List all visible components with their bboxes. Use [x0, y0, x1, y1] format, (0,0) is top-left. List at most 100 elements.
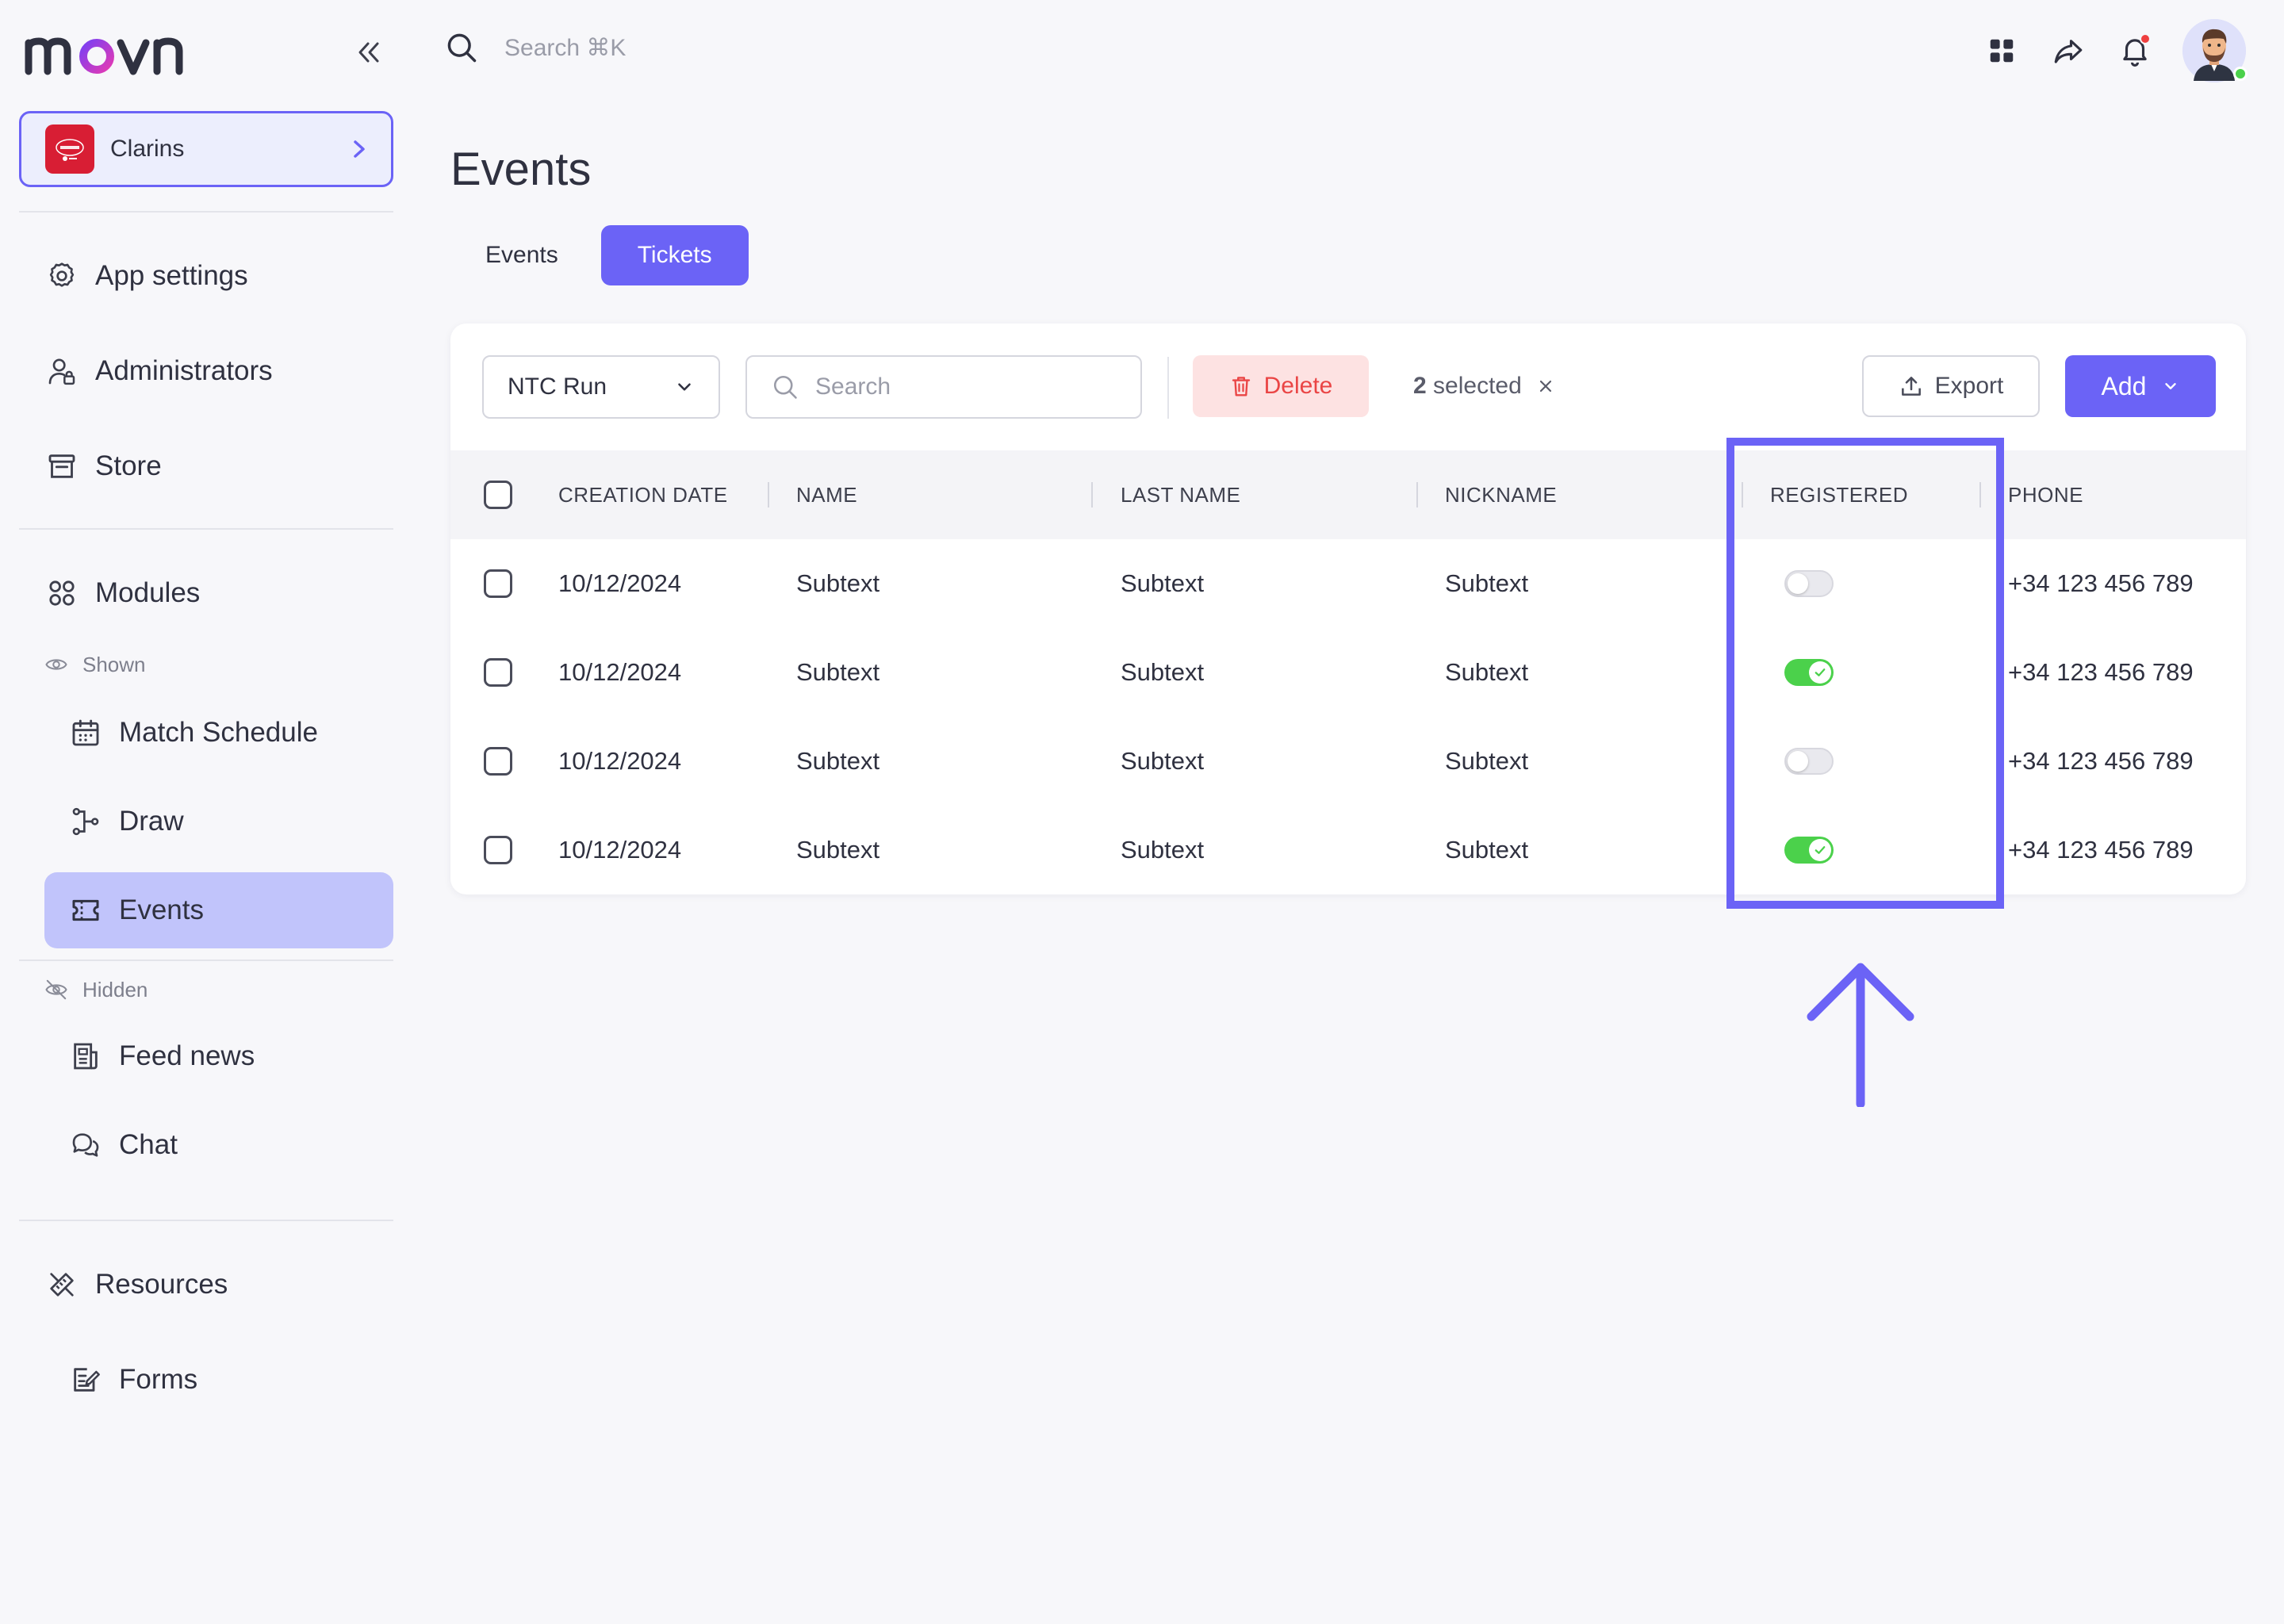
toolbar-divider	[1167, 357, 1169, 419]
sidebar-item-app-settings[interactable]: App settings	[44, 238, 393, 314]
sidebar-item-label: Feed news	[119, 1040, 255, 1071]
newspaper-icon	[68, 1039, 103, 1074]
cell-creation-date: 10/12/2024	[558, 836, 682, 864]
sidebar-item-label: Forms	[119, 1364, 198, 1395]
sidebar-item-chat[interactable]: Chat	[68, 1107, 393, 1183]
delete-label: Delete	[1263, 373, 1333, 399]
notifications-button[interactable]	[2116, 32, 2154, 70]
bracket-icon	[68, 804, 103, 839]
double-chevron-left-icon	[358, 42, 379, 63]
upload-icon	[1901, 377, 1921, 396]
cell-phone: +34 123 456 789	[2008, 658, 2194, 686]
search-icon	[447, 33, 477, 63]
form-icon	[68, 1362, 103, 1397]
event-select[interactable]: NTC Run	[482, 355, 720, 419]
global-search[interactable]: Search ⌘K	[444, 30, 626, 65]
chat-icon	[68, 1128, 103, 1162]
cell-nickname: Subtext	[1445, 836, 1529, 864]
sidebar-item-label: Draw	[119, 806, 184, 837]
hidden-section-label: Hidden	[44, 977, 148, 1002]
shown-label: Shown	[82, 652, 146, 676]
select-all-checkbox[interactable]	[484, 481, 512, 509]
sidebar-divider	[19, 528, 393, 530]
sidebar-item-label: Events	[119, 894, 204, 925]
share-button[interactable]	[2049, 32, 2087, 70]
cell-creation-date: 10/12/2024	[558, 569, 682, 597]
sidebar-item-draw[interactable]: Draw	[68, 783, 393, 860]
chevron-down-icon	[2165, 383, 2177, 389]
export-label: Export	[1934, 373, 2004, 399]
eye-off-icon	[44, 977, 70, 1002]
table-search-input[interactable]	[815, 373, 1117, 400]
sidebar-item-match-schedule[interactable]: Match Schedule	[68, 695, 393, 771]
cell-phone: +34 123 456 789	[2008, 747, 2194, 775]
cell-last-name: Subtext	[1121, 747, 1205, 775]
row-checkbox[interactable]	[484, 658, 512, 687]
movn-logo-mark	[25, 37, 183, 75]
cell-last-name: Subtext	[1121, 569, 1205, 597]
row-checkbox[interactable]	[484, 569, 512, 598]
column-resize-handle[interactable]	[1416, 482, 1418, 508]
cell-creation-date: 10/12/2024	[558, 658, 682, 686]
tab-events[interactable]: Events	[455, 225, 588, 285]
global-search-placeholder: Search ⌘K	[504, 34, 627, 61]
sidebar-divider	[19, 211, 393, 213]
apps-button[interactable]	[1983, 32, 2021, 70]
online-status-dot	[2233, 67, 2248, 81]
column-header-nickname[interactable]: NICKNAME	[1445, 450, 1557, 539]
selection-info: 2 selected	[1413, 355, 1555, 417]
clear-selection-icon[interactable]	[1536, 377, 1555, 396]
row-checkbox[interactable]	[484, 836, 512, 864]
sidebar-item-events[interactable]: Events	[44, 872, 393, 948]
organization-name: Clarins	[110, 136, 185, 162]
sidebar-item-resources[interactable]: Resources	[44, 1247, 393, 1323]
clarins-logo	[45, 124, 94, 174]
clarins-brand-icon	[56, 139, 84, 161]
export-button[interactable]: Export	[1862, 355, 2040, 417]
sidebar-item-label: Chat	[119, 1129, 178, 1160]
cell-nickname: Subtext	[1445, 658, 1529, 686]
sidebar-item-label: Resources	[95, 1269, 228, 1300]
registered-column-highlight	[1726, 438, 2004, 909]
add-label: Add	[2101, 371, 2147, 400]
tab-tickets[interactable]: Tickets	[600, 225, 749, 285]
column-resize-handle[interactable]	[768, 482, 769, 508]
row-checkbox[interactable]	[484, 747, 512, 776]
organization-switcher[interactable]: Clarins	[19, 111, 393, 187]
cell-nickname: Subtext	[1445, 569, 1529, 597]
store-icon	[44, 449, 79, 484]
calendar-icon	[68, 715, 103, 750]
sidebar-item-label: Store	[95, 450, 162, 481]
sidebar-item-store[interactable]: Store	[44, 428, 393, 504]
sidebar-item-administrators[interactable]: Administrators	[44, 333, 393, 409]
sidebar-item-feed-news[interactable]: Feed news	[68, 1018, 393, 1094]
sidebar-item-label: Match Schedule	[119, 717, 318, 748]
trash-icon	[1232, 377, 1250, 396]
grid-icon	[1990, 39, 2014, 63]
delete-button[interactable]: Delete	[1193, 355, 1369, 417]
sidebar-item-label: App settings	[95, 260, 248, 291]
sidebar-item-forms[interactable]: Forms	[68, 1342, 393, 1418]
add-button[interactable]: Add	[2065, 355, 2216, 417]
top-actions	[1983, 19, 2248, 82]
cell-last-name: Subtext	[1121, 658, 1205, 686]
event-select-value: NTC Run	[508, 373, 607, 400]
sidebar-divider	[19, 1220, 393, 1221]
selected-text: selected	[1433, 373, 1522, 399]
column-header-creation-date[interactable]: CREATION DATE	[558, 450, 728, 539]
movn-logo[interactable]: movn	[24, 24, 190, 79]
admin-user-icon	[44, 354, 79, 389]
column-resize-handle[interactable]	[1091, 482, 1093, 508]
sidebar-item-modules[interactable]: Modules	[44, 555, 393, 631]
page-tabs: Events Tickets	[455, 225, 749, 285]
cell-creation-date: 10/12/2024	[558, 747, 682, 775]
cell-last-name: Subtext	[1121, 836, 1205, 864]
column-header-name[interactable]: NAME	[796, 450, 857, 539]
notification-dot	[2140, 33, 2151, 44]
user-avatar[interactable]	[2182, 19, 2248, 82]
resources-icon	[44, 1267, 79, 1302]
collapse-sidebar-button[interactable]	[349, 35, 389, 70]
column-header-last-name[interactable]: LAST NAME	[1121, 450, 1240, 539]
column-header-phone[interactable]: PHONE	[2008, 450, 2083, 539]
sidebar: movn Clarins App settings Admi	[0, 0, 412, 1624]
